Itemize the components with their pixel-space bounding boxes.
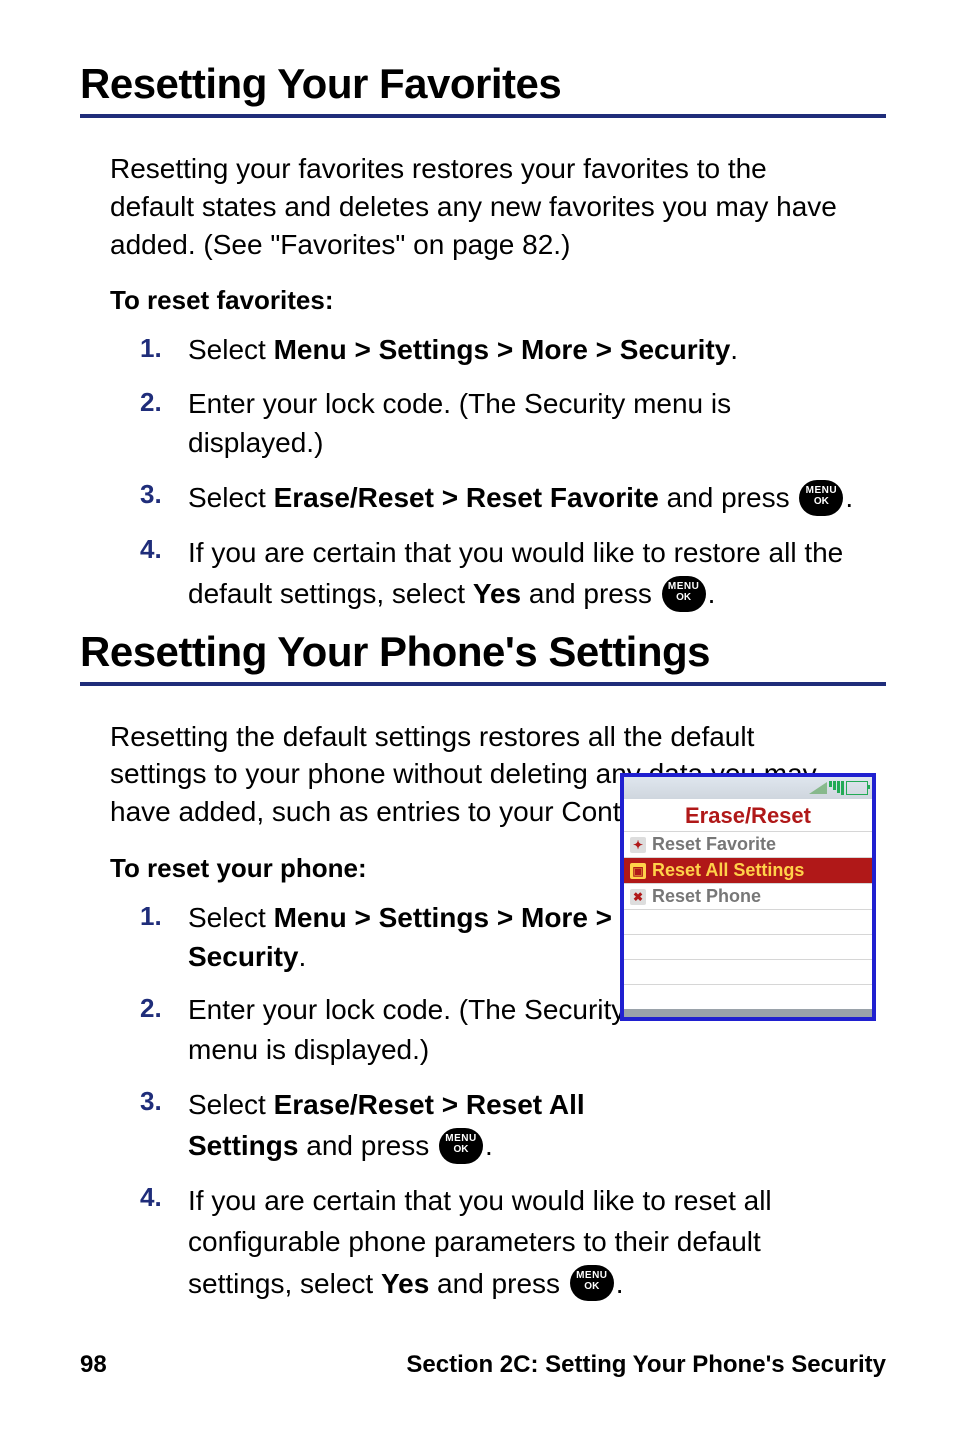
step-text: . [299, 941, 307, 972]
menu-item-icon: ▣ [630, 863, 646, 879]
footer-section-label: Section 2C: Setting Your Phone's Securit… [406, 1351, 886, 1379]
step-text: Enter your lock code. (The Security menu… [188, 994, 625, 1064]
step-number: 2. [140, 990, 162, 1026]
steps-phone-settings: 1. Select Menu > Settings > More > Secur… [140, 898, 630, 1165]
step-text: Select [188, 902, 274, 933]
signal-bars-icon [829, 781, 844, 795]
menu-ok-icon: MENUOK [662, 576, 706, 612]
step-text: . [708, 578, 716, 609]
step-1: 1. Select Menu > Settings > More > Secur… [140, 898, 630, 976]
step-text: Enter your lock code. (The Security menu… [188, 388, 731, 458]
phone-softkey-bar [624, 1009, 872, 1017]
step-text: . [730, 334, 738, 365]
phone-menu-title: Erase/Reset [624, 799, 872, 831]
step-number: 2. [140, 384, 162, 420]
step-bold: Menu > Settings > More > Security [274, 334, 731, 365]
step-text: Select [188, 1089, 274, 1120]
phone-menu-item-reset-phone[interactable]: ✖ Reset Phone [624, 883, 872, 909]
page-footer: 98 Section 2C: Setting Your Phone's Secu… [80, 1351, 886, 1379]
step-number: 1. [140, 330, 162, 366]
step-number: 3. [140, 1083, 162, 1119]
battery-icon [846, 781, 868, 795]
menu-item-icon: ✖ [630, 889, 646, 905]
step-text: . [616, 1268, 624, 1299]
phone-menu-item-reset-all-settings[interactable]: ▣ Reset All Settings [624, 857, 872, 883]
rule [80, 682, 886, 686]
step-text: and press [298, 1130, 437, 1161]
step-text: and press [521, 578, 660, 609]
step-4: 4. If you are certain that you would lik… [140, 1179, 856, 1303]
intro-favorites: Resetting your favorites restores your f… [110, 150, 856, 263]
menu-item-label: Reset All Settings [652, 860, 804, 881]
step-3: 3. Select Erase/Reset > Reset All Settin… [140, 1083, 630, 1165]
phone-menu-item-reset-favorite[interactable]: ✦ Reset Favorite [624, 831, 872, 857]
menu-item-label: Reset Favorite [652, 834, 776, 855]
step-bold: Yes [381, 1268, 429, 1299]
lead-favorites: To reset favorites: [110, 285, 856, 316]
menu-ok-icon: MENUOK [439, 1128, 483, 1164]
step-bold: Yes [473, 578, 521, 609]
step-text: . [485, 1130, 493, 1161]
rule [80, 114, 886, 118]
phone-status-bar [624, 777, 872, 799]
steps-favorites: 1. Select Menu > Settings > More > Secur… [140, 330, 856, 613]
step-bold: Erase/Reset > Reset Favorite [274, 482, 659, 513]
step-1: 1. Select Menu > Settings > More > Secur… [140, 330, 856, 369]
page-number: 98 [80, 1351, 107, 1379]
phone-empty-rows [624, 909, 872, 1009]
step-number: 4. [140, 1179, 162, 1215]
menu-item-label: Reset Phone [652, 886, 761, 907]
step-number: 3. [140, 476, 162, 512]
heading-resetting-phone-settings: Resetting Your Phone's Settings [80, 628, 886, 676]
step-text: and press [659, 482, 798, 513]
steps-phone-settings-cont: 4. If you are certain that you would lik… [140, 1179, 856, 1303]
heading-resetting-favorites: Resetting Your Favorites [80, 60, 886, 108]
step-text: Select [188, 334, 274, 365]
phone-screenshot: Erase/Reset ✦ Reset Favorite ▣ Reset All… [620, 773, 876, 1021]
step-2: 2. Enter your lock code. (The Security m… [140, 384, 856, 462]
step-number: 4. [140, 531, 162, 567]
menu-item-icon: ✦ [630, 837, 646, 853]
signal-icon [809, 782, 827, 794]
step-2: 2. Enter your lock code. (The Security m… [140, 990, 630, 1068]
menu-ok-icon: MENUOK [570, 1265, 614, 1301]
step-number: 1. [140, 898, 162, 934]
step-text: and press [429, 1268, 568, 1299]
menu-ok-icon: MENUOK [799, 480, 843, 516]
step-text: . [845, 482, 853, 513]
step-4: 4. If you are certain that you would lik… [140, 531, 856, 613]
step-3: 3. Select Erase/Reset > Reset Favorite a… [140, 476, 856, 517]
step-text: Select [188, 482, 274, 513]
